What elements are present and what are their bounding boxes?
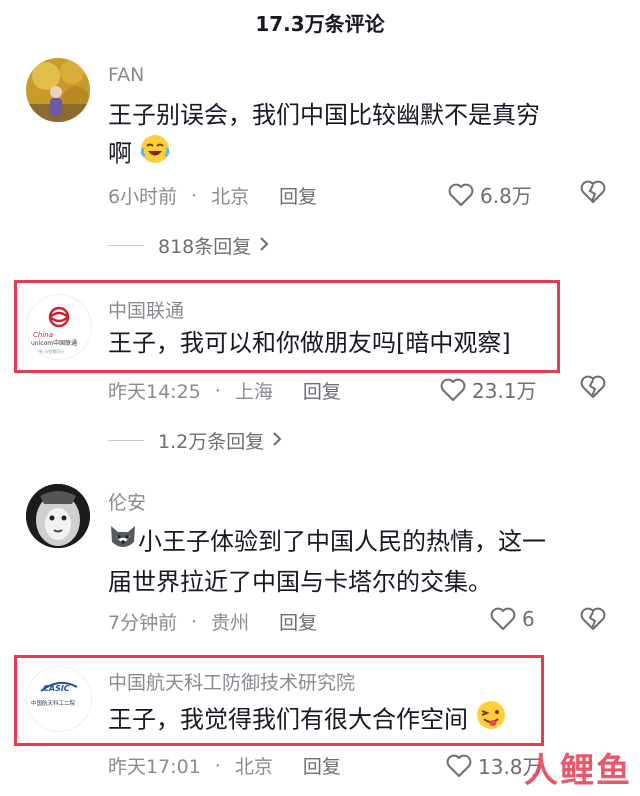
comment-text-line: 王子别误会，我们中国比较幽默不是真穷 <box>108 101 540 129</box>
husky-emoji-icon <box>108 522 138 563</box>
comment-meta: 昨天14:25 · 上海 回复 <box>108 377 341 404</box>
like-count: 6 <box>522 607 535 631</box>
comment-author[interactable]: 伦安 <box>108 488 146 515</box>
separator-dot: · <box>214 379 221 402</box>
comment-location: 贵州 <box>211 612 250 634</box>
wink-tongue-emoji-icon <box>476 700 506 741</box>
svg-text:CASIC: CASIC <box>43 684 70 693</box>
comment-location: 上海 <box>234 381 273 403</box>
avatar[interactable]: CASIC 中国航天科工二院 <box>26 666 92 732</box>
divider-line <box>108 440 144 441</box>
comment-text-fragment: 王子，我觉得我们有很大合作空间 <box>108 705 468 734</box>
svg-text:中国航天科工二院: 中国航天科工二院 <box>31 699 76 707</box>
comment-time: 7分钟前 <box>108 612 178 634</box>
divider-line <box>108 245 144 246</box>
comments-count-title: 17.3万条评论 <box>255 11 385 36</box>
heart-icon <box>446 754 472 777</box>
comment-meta: 7分钟前 · 贵州 回复 <box>108 608 317 635</box>
comment-text-fragment: 啊 <box>108 139 132 168</box>
chevron-right-icon <box>272 430 282 452</box>
comment-meta: 6小时前 · 北京 回复 <box>108 182 317 209</box>
comment-location: 北京 <box>211 186 250 208</box>
reply-button[interactable]: 回复 <box>303 377 341 404</box>
separator-dot: · <box>214 754 221 777</box>
dislike-button[interactable] <box>580 180 606 208</box>
svg-text:China: China <box>33 331 53 339</box>
avatar[interactable] <box>26 58 90 122</box>
reply-button[interactable]: 回复 <box>303 752 341 779</box>
like-count: 23.1万 <box>472 379 537 403</box>
heart-icon <box>490 607 516 630</box>
comment-text: 王子别误会，我们中国比较幽默不是真穷 啊 <box>108 96 608 175</box>
view-replies-button[interactable]: 1.2万条回复 <box>108 427 282 454</box>
view-replies-button[interactable]: 818条回复 <box>108 232 269 259</box>
comment-time: 昨天14:25 <box>108 381 201 403</box>
like-button[interactable]: 6 <box>490 607 535 631</box>
like-count: 6.8万 <box>480 184 532 208</box>
comment-author[interactable]: FAN <box>108 64 144 86</box>
comment-meta: 昨天17:01 · 北京 回复 <box>108 752 341 779</box>
separator-dot: · <box>191 184 198 207</box>
svg-text:创新·与智慧同行: 创新·与智慧同行 <box>35 348 64 354</box>
comment-text-fragment: 小王子体验到了中国人民的热情，这一 <box>138 527 546 556</box>
comment-time: 昨天17:01 <box>108 756 201 778</box>
comment-text-line: 啊 <box>108 134 608 175</box>
like-button[interactable]: 6.8万 <box>448 180 532 209</box>
comments-header: 17.3万条评论 <box>0 0 640 44</box>
dislike-button[interactable] <box>580 607 606 635</box>
comment-author[interactable]: 中国航天科工防御技术研究院 <box>108 668 355 695</box>
broken-heart-icon <box>580 375 606 398</box>
like-button[interactable]: 23.1万 <box>440 375 537 404</box>
reply-button[interactable]: 回复 <box>279 608 317 635</box>
reply-button[interactable]: 回复 <box>279 182 317 209</box>
heart-icon <box>448 183 474 206</box>
separator-dot: · <box>191 610 198 633</box>
comment-text-line: 小王子体验到了中国人民的热情，这一 <box>108 522 608 563</box>
comment-location: 北京 <box>234 756 273 778</box>
heart-icon <box>440 378 466 401</box>
avatar[interactable]: China unicom中国联通 创新·与智慧同行 <box>26 294 92 360</box>
comment-text-line: 届世界拉近了中国与卡塔尔的交集。 <box>108 568 492 596</box>
broken-heart-icon <box>580 607 606 630</box>
dislike-button[interactable] <box>580 375 606 403</box>
comment-text: 小王子体验到了中国人民的热情，这一 届世界拉近了中国与卡塔尔的交集。 <box>108 522 608 601</box>
replies-count: 1.2万条回复 <box>158 431 265 453</box>
comment-time: 6小时前 <box>108 186 178 208</box>
watermark-logo: 人鲤鱼 <box>524 751 632 791</box>
laugh-cry-emoji-icon <box>140 134 170 175</box>
svg-text:unicom中国联通: unicom中国联通 <box>31 339 77 347</box>
broken-heart-icon <box>580 180 606 203</box>
comment-author[interactable]: 中国联通 <box>108 296 184 323</box>
replies-count: 818条回复 <box>158 236 252 258</box>
avatar[interactable] <box>26 484 90 548</box>
chevron-right-icon <box>259 235 269 257</box>
comment-text: 王子，我可以和你做朋友吗[暗中观察] <box>108 329 511 357</box>
comment-text: 王子，我觉得我们有很大合作空间 <box>108 700 538 741</box>
